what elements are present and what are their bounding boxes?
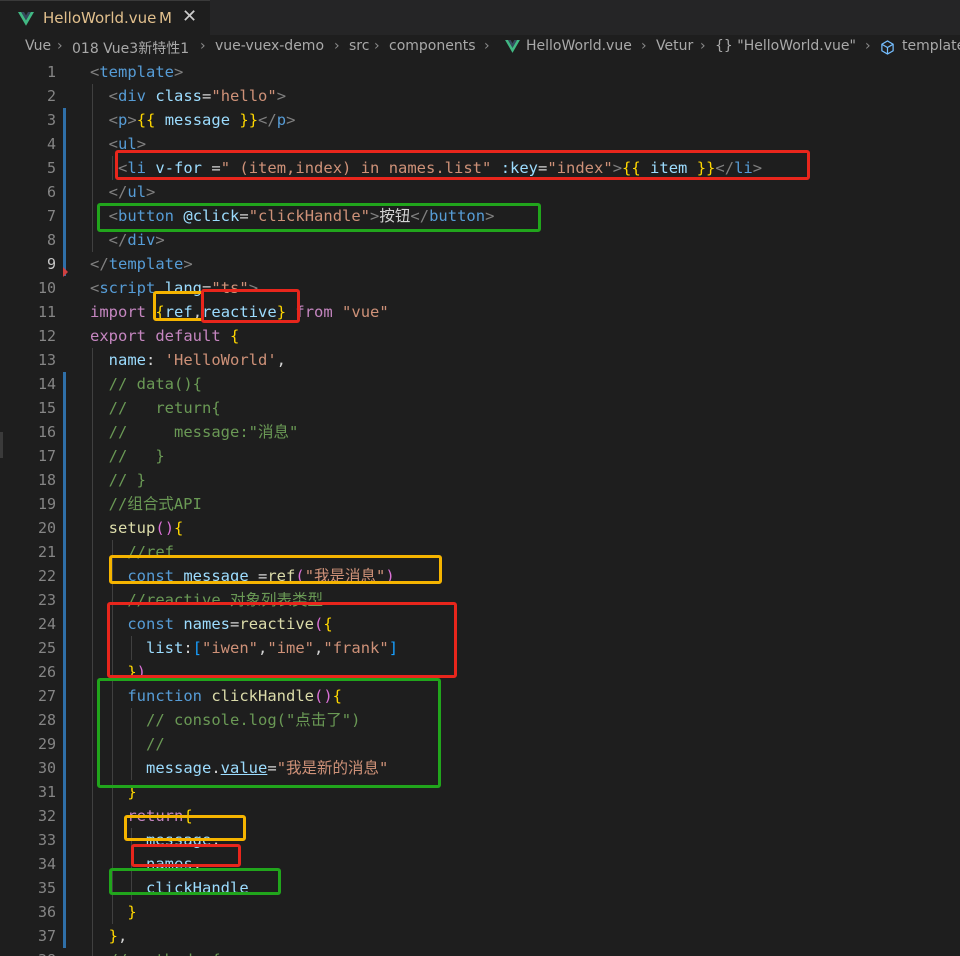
chevron-right-icon: › [334, 38, 340, 54]
code-line[interactable]: <div class="hello"> [90, 84, 286, 108]
line-number: 33 [37, 831, 56, 849]
code-line[interactable]: // methods:{ [90, 948, 221, 956]
line-number: 3 [46, 111, 56, 129]
line-number: 14 [37, 375, 56, 393]
line-number: 16 [37, 423, 56, 441]
chevron-right-icon: › [484, 38, 490, 54]
line-number: 35 [37, 879, 56, 897]
cube-icon [881, 40, 894, 55]
highlight-box-green-button [97, 203, 541, 232]
line-number: 34 [37, 855, 56, 873]
breadcrumb: Vue › 018 Vue3新特性1 › vue-vuex-demo › src… [0, 36, 960, 60]
code-line[interactable]: name: 'HelloWorld', [90, 348, 286, 372]
highlight-box-yellow-return-message [124, 815, 246, 841]
highlight-box-red-return-names [131, 844, 241, 867]
gutter-deleted-marker [63, 267, 68, 277]
gutter-modified-marker [63, 108, 66, 276]
highlight-box-red-li [115, 150, 810, 180]
line-number: 11 [37, 303, 56, 321]
close-icon[interactable]: ✕ [182, 6, 197, 27]
breadcrumb-item[interactable]: Vue [25, 38, 51, 54]
highlight-box-green-function [97, 678, 441, 788]
line-number: 20 [37, 519, 56, 537]
line-number: 1 [46, 63, 56, 81]
line-number: 18 [37, 471, 56, 489]
line-number: 26 [37, 663, 56, 681]
line-number: 9 [46, 255, 56, 273]
code-line[interactable]: // } [90, 444, 165, 468]
line-number: 22 [37, 567, 56, 585]
code-line[interactable]: setup(){ [90, 516, 184, 540]
vue-file-icon [505, 40, 520, 53]
highlight-box-green-return-clickhandle [109, 868, 281, 895]
line-number: 27 [37, 687, 56, 705]
code-line[interactable]: // } [90, 468, 146, 492]
line-number: 29 [37, 735, 56, 753]
chevron-right-icon: › [700, 38, 706, 54]
line-number: 31 [37, 783, 56, 801]
line-number: 30 [37, 759, 56, 777]
code-line[interactable]: // message:"消息" [90, 420, 299, 444]
modified-indicator: M [159, 9, 172, 27]
breadcrumb-item[interactable]: 018 Vue3新特性1 [72, 38, 189, 58]
line-number: 21 [37, 543, 56, 561]
line-number: 19 [37, 495, 56, 513]
line-number: 10 [37, 279, 56, 297]
line-number: 32 [37, 807, 56, 825]
line-number: 4 [46, 135, 56, 153]
code-line[interactable]: export default { [90, 324, 239, 348]
code-line[interactable]: // data(){ [90, 372, 202, 396]
line-number: 36 [37, 903, 56, 921]
tab-helloworld-vue[interactable]: HelloWorld.vue M ✕ [0, 0, 210, 35]
highlight-box-yellow-message [109, 555, 442, 584]
highlight-box-yellow-ref [153, 291, 204, 321]
line-number: 37 [37, 927, 56, 945]
tab-filename: HelloWorld.vue [43, 9, 157, 27]
line-number: 28 [37, 711, 56, 729]
chevron-right-icon: › [865, 38, 871, 54]
chevron-right-icon: › [374, 38, 380, 54]
line-number: 13 [37, 351, 56, 369]
line-number: 23 [37, 591, 56, 609]
breadcrumb-item[interactable]: Vetur [656, 38, 693, 54]
code-line[interactable]: // return{ [90, 396, 221, 420]
chevron-right-icon: › [57, 38, 63, 54]
line-number: 38 [0, 948, 56, 956]
breadcrumb-item[interactable]: vue-vuex-demo [215, 38, 324, 54]
line-number: 2 [46, 87, 56, 105]
breadcrumb-item[interactable]: {} "HelloWorld.vue" [715, 38, 856, 54]
breadcrumb-item[interactable]: template [902, 38, 960, 54]
line-number: 15 [37, 399, 56, 417]
vue-file-icon [18, 12, 34, 26]
highlight-box-red-names [107, 602, 457, 678]
line-number: 5 [46, 159, 56, 177]
breadcrumb-item[interactable]: HelloWorld.vue [526, 38, 632, 54]
breadcrumb-item[interactable]: components [389, 38, 476, 54]
line-number: 25 [37, 639, 56, 657]
gutter-modified-marker [63, 372, 66, 948]
line-number: 24 [37, 615, 56, 633]
code-line[interactable]: }, [90, 924, 128, 948]
line-number: 7 [46, 207, 56, 225]
line-number: 12 [37, 327, 56, 345]
chevron-right-icon: › [641, 38, 647, 54]
line-number: 17 [37, 447, 56, 465]
code-line[interactable]: <template> [90, 60, 183, 84]
code-line[interactable]: //组合式API [90, 492, 202, 516]
code-line[interactable]: </template> [90, 252, 193, 276]
code-line[interactable]: </ul> [90, 180, 156, 204]
tab-bar: HelloWorld.vue M ✕ [0, 0, 960, 35]
code-line[interactable]: } [90, 900, 136, 924]
code-editor[interactable]: 1 2 3 4 5 6 7 8 9 10 11 12 13 14 15 16 17 18 19 20 21 22 23 24 2… [0, 60, 960, 956]
highlight-box-red-reactive [201, 289, 300, 323]
line-number: 6 [46, 183, 56, 201]
code-line[interactable]: <p>{{ message }}</p> [90, 108, 296, 132]
chevron-right-icon: › [200, 38, 206, 54]
line-number: 8 [46, 231, 56, 249]
breadcrumb-item[interactable]: src [349, 38, 369, 54]
